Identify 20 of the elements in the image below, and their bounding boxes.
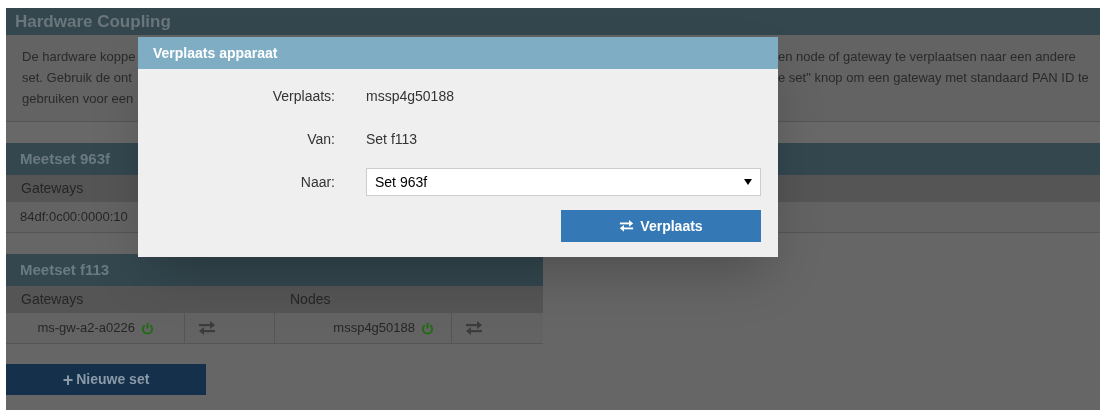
field-value: Set f113	[366, 129, 418, 149]
swap-arrows-icon[interactable]	[465, 321, 483, 335]
intro-text: en node of gateway te verplaatsen naar een andere	[778, 48, 1077, 66]
swap-arrows-icon	[619, 220, 635, 232]
field-label: Naar:	[299, 172, 335, 192]
swap-arrows-icon[interactable]	[198, 321, 216, 335]
gateway-name: ms-gw-a2-a0226	[37, 319, 135, 338]
field-value: mssp4g50188	[366, 86, 454, 106]
intro-text: De hardware koppe	[22, 48, 137, 66]
node-name: mssp4g50188	[333, 319, 415, 338]
intro-text: set. Gebruik de ont	[22, 69, 133, 87]
intro-text: gebruiken voor een	[22, 90, 135, 108]
new-set-button[interactable]: + Nieuwe set	[6, 364, 206, 395]
field-label: Verplaats:	[271, 86, 335, 106]
dialog-title: Verplaats apparaat	[153, 43, 278, 63]
move-button[interactable]: Verplaats	[561, 210, 761, 242]
gateway-name: 84df:0c00:0000:10	[20, 208, 128, 227]
dropdown-caret-icon	[744, 179, 752, 185]
field-label: Van:	[306, 129, 335, 149]
select-field[interactable]: Set 963f	[366, 168, 761, 196]
